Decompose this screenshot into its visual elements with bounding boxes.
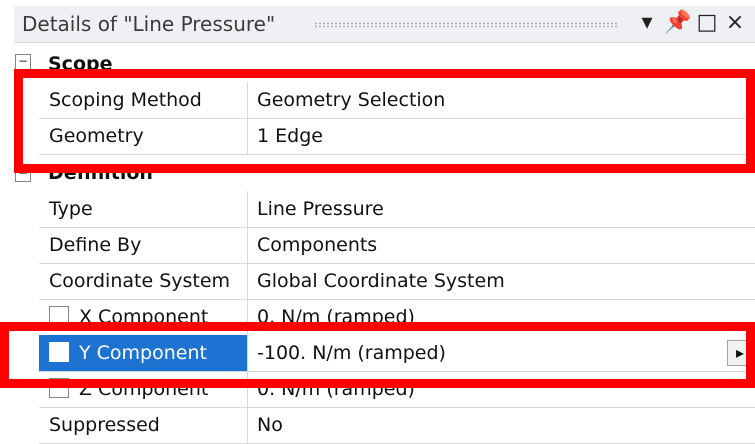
property-row-type[interactable]: Type Line Pressure (39, 191, 755, 228)
property-row-define-by[interactable]: Define By Components (39, 227, 755, 264)
window-title: Details of "Line Pressure" (22, 12, 276, 36)
property-row-suppressed[interactable]: Suppressed No (39, 407, 755, 444)
details-panel: Details of "Line Pressure" ▾ 📌 □ × − Sco… (0, 0, 755, 444)
property-value[interactable]: No (249, 407, 755, 443)
property-value[interactable]: Line Pressure (249, 191, 755, 227)
property-label: Suppressed (39, 407, 248, 443)
property-label: Type (39, 191, 248, 227)
property-label: Coordinate System (39, 263, 248, 299)
close-icon[interactable]: × (722, 10, 748, 36)
property-value[interactable]: Global Coordinate System (249, 263, 755, 299)
property-row-coordinate-system[interactable]: Coordinate System Global Coordinate Syst… (39, 263, 755, 300)
pin-icon[interactable]: 📌 (664, 10, 691, 36)
highlight-box-y-component (0, 322, 755, 388)
drag-grip[interactable] (314, 22, 619, 28)
property-value[interactable]: Components (249, 227, 755, 263)
details-title-bar[interactable]: Details of "Line Pressure" ▾ 📌 □ × (14, 6, 755, 43)
highlight-box-scope (14, 69, 755, 173)
collapse-scope-button[interactable]: − (15, 54, 31, 70)
maximize-icon[interactable]: □ (694, 10, 720, 36)
property-label: Define By (39, 227, 248, 263)
chevron-down-icon[interactable]: ▾ (634, 10, 660, 36)
